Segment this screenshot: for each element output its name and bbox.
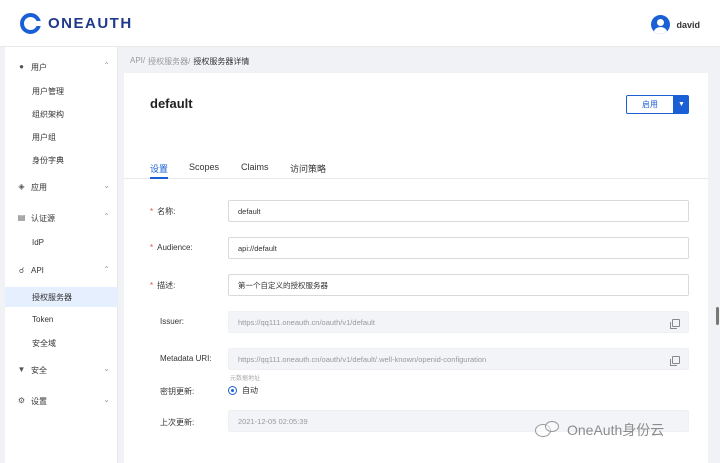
chevron-down-icon: ⌄ xyxy=(103,364,110,373)
scrollbar-thumb[interactable] xyxy=(716,307,719,325)
tab-access-policy[interactable]: 访问策略 xyxy=(290,162,326,175)
shield-icon: ▼ xyxy=(17,365,26,374)
sidebar-group-settings[interactable]: ⚙ 设置 ⌄ xyxy=(5,391,118,411)
sidebar-group-label: 认证源 xyxy=(31,214,55,223)
enable-button-group: 启用 ▼ xyxy=(626,95,689,114)
last-update-label: 上次更新: xyxy=(160,418,195,427)
breadcrumb-auth-servers[interactable]: 授权服务器/ xyxy=(148,56,190,67)
top-header: ONEAUTH david xyxy=(0,0,720,47)
logo[interactable]: ONEAUTH xyxy=(20,13,133,34)
key-rotation-radio[interactable]: 自动 xyxy=(228,385,258,396)
metadata-uri-value: https://qq111.oneauth.cn/oauth/v1/defaul… xyxy=(238,354,487,364)
sidebar-group-api[interactable]: ☌ API ⌃ xyxy=(5,261,118,281)
tab-claims[interactable]: Claims xyxy=(241,162,269,172)
logo-icon xyxy=(20,13,42,34)
sidebar-item-org[interactable]: 组织架构 xyxy=(5,104,118,124)
name-label-text: 名称: xyxy=(157,207,176,216)
page-title: default xyxy=(150,96,193,111)
sidebar-group-label: 用户 xyxy=(31,63,47,72)
sidebar-group-apps[interactable]: ◈ 应用 ⌄ xyxy=(5,177,118,197)
metadata-uri-hint: 元数据地址 xyxy=(230,376,261,382)
sidebar-item-label: IdP xyxy=(32,238,45,247)
name-label: * 名称: xyxy=(150,206,175,217)
sidebar-item-label: Token xyxy=(32,315,54,324)
chevron-down-icon: ⌄ xyxy=(103,395,110,404)
chevron-up-icon: ⌃ xyxy=(103,265,110,274)
id-card-icon: ▤ xyxy=(17,213,26,222)
key-rotation-label: 密钥更新: xyxy=(160,387,195,396)
sidebar-group-label: API xyxy=(31,266,44,275)
sidebar-group-label: 设置 xyxy=(31,397,47,406)
enable-button[interactable]: 启用 xyxy=(626,95,674,114)
required-mark: * xyxy=(150,281,154,290)
metadata-uri-label: Metadata URI: xyxy=(160,354,212,363)
sidebar-item-label: 用户管理 xyxy=(32,87,64,96)
sidebar-item-user-group[interactable]: 用户组 xyxy=(5,127,118,147)
detail-card: default 启用 ▼ 设置 Scopes Claims 访问策略 * 名称: … xyxy=(124,73,708,463)
sidebar-item-auth-server[interactable]: 授权服务器 xyxy=(5,287,118,307)
sidebar-item-identity-dict[interactable]: 身份字典 xyxy=(5,150,118,170)
sidebar-group-security[interactable]: ▼ 安全 ⌄ xyxy=(5,360,118,380)
username: david xyxy=(676,19,700,30)
chevron-down-icon: ⌄ xyxy=(103,181,110,190)
sidebar-group-auth-source[interactable]: ▤ 认证源 ⌃ xyxy=(5,208,118,228)
issuer-value: https://qq111.oneauth.cn/oauth/v1/defaul… xyxy=(238,317,375,327)
audience-field[interactable]: api://default xyxy=(228,237,689,259)
description-field[interactable]: 第一个自定义的授权服务器 xyxy=(228,274,689,296)
required-mark: * xyxy=(150,207,154,216)
chevron-down-icon: ▼ xyxy=(678,101,685,108)
gear-icon: ⚙ xyxy=(17,396,26,405)
sidebar: ● 用户 ⌃ 用户管理 组织架构 用户组 身份字典 ◈ 应用 ⌄ ▤ 认证源 ⌃… xyxy=(5,47,118,463)
avatar-icon xyxy=(651,15,671,34)
sidebar-group-label: 安全 xyxy=(31,366,47,375)
watermark-text: OneAuth身份云 xyxy=(567,422,665,438)
name-field[interactable]: default xyxy=(228,200,689,222)
breadcrumb-current: 授权服务器详情 xyxy=(193,57,250,66)
breadcrumb: API/ 授权服务器/ 授权服务器详情 xyxy=(130,56,252,67)
share-icon: ☌ xyxy=(18,266,25,275)
wechat-icon xyxy=(535,420,563,440)
description-label: * 描述: xyxy=(150,280,175,291)
metadata-uri-field: https://qq111.oneauth.cn/oauth/v1/defaul… xyxy=(228,348,689,370)
tab-bar: 设置 Scopes Claims 访问策略 xyxy=(124,159,708,179)
sidebar-item-label: 组织架构 xyxy=(32,110,64,119)
description-label-text: 描述: xyxy=(157,281,176,290)
tab-scopes[interactable]: Scopes xyxy=(189,162,219,172)
sidebar-item-idp[interactable]: IdP xyxy=(5,233,118,253)
copy-icon[interactable] xyxy=(670,356,680,366)
sidebar-item-label: 安全域 xyxy=(32,339,56,348)
sidebar-item-user-management[interactable]: 用户管理 xyxy=(5,81,118,101)
sidebar-item-token[interactable]: Token xyxy=(5,310,118,330)
radio-label: 自动 xyxy=(242,386,258,395)
issuer-field: https://qq111.oneauth.cn/oauth/v1/defaul… xyxy=(228,311,689,333)
sidebar-item-label: 身份字典 xyxy=(32,156,64,165)
logo-text: ONEAUTH xyxy=(48,15,133,32)
audience-label-text: Audience: xyxy=(157,243,193,252)
radio-selected-icon[interactable] xyxy=(228,386,237,395)
watermark: OneAuth身份云 xyxy=(535,420,664,440)
enable-dropdown-button[interactable]: ▼ xyxy=(674,95,689,114)
sidebar-item-security-domain[interactable]: 安全域 xyxy=(5,333,118,353)
issuer-label: Issuer: xyxy=(160,317,185,326)
chevron-up-icon: ⌃ xyxy=(103,212,110,221)
required-mark: * xyxy=(150,243,154,252)
copy-icon[interactable] xyxy=(670,319,680,329)
sidebar-group-user[interactable]: ● 用户 ⌃ xyxy=(5,57,118,77)
sidebar-item-label: 授权服务器 xyxy=(32,293,72,302)
tab-settings[interactable]: 设置 xyxy=(150,162,168,175)
user-menu[interactable]: david xyxy=(651,15,700,34)
sidebar-item-label: 用户组 xyxy=(32,133,56,142)
breadcrumb-api[interactable]: API/ xyxy=(130,56,145,67)
audience-label: * Audience: xyxy=(150,243,193,252)
sidebar-group-label: 应用 xyxy=(31,183,47,192)
user-icon: ● xyxy=(19,62,24,71)
active-tab-indicator xyxy=(150,177,168,179)
chevron-up-icon: ⌃ xyxy=(103,61,110,70)
stack-icon: ◈ xyxy=(18,182,25,191)
